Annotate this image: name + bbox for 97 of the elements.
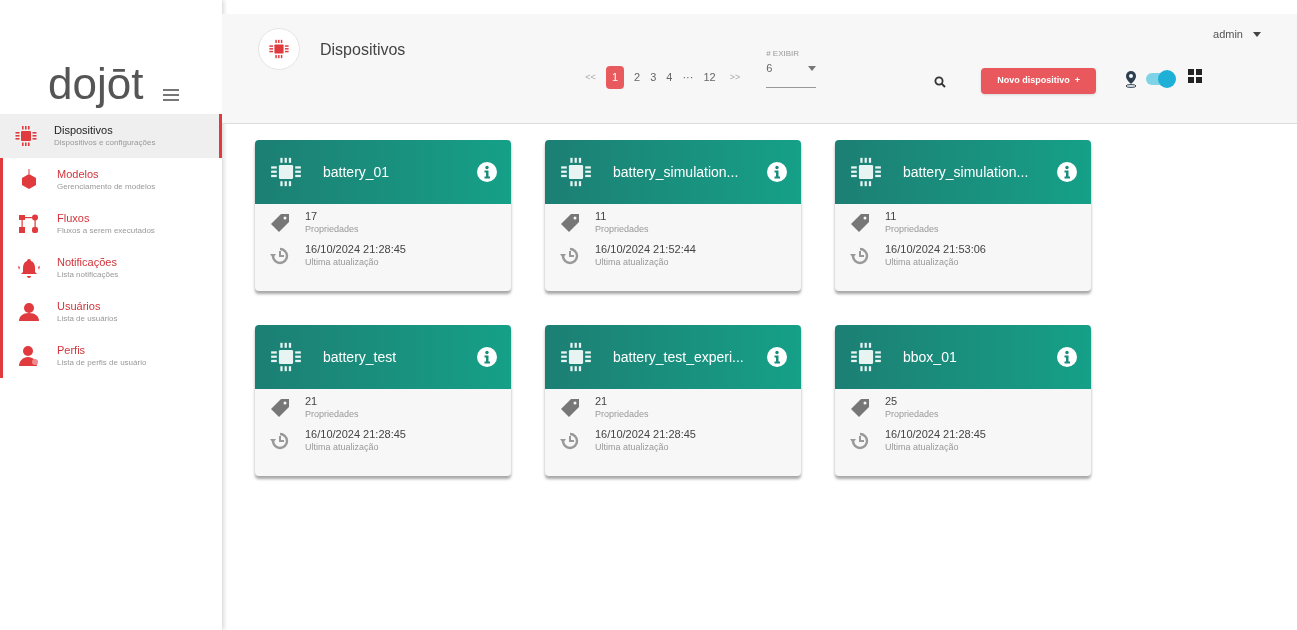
menu-icon[interactable] (163, 88, 180, 102)
nav-title: Modelos (57, 168, 100, 182)
device-card[interactable]: bbox_01 25 Propriedades 16/10/2024 21:28:45 Ultima atualização (835, 325, 1091, 476)
page-link[interactable]: ··· (682, 69, 694, 86)
updated-label: Ultima atualização (595, 256, 670, 268)
chip-icon (559, 155, 593, 189)
per-page-label: # EXIBIR (766, 48, 801, 60)
nav-subtitle: Gerenciamento de modelos (57, 181, 156, 192)
map-pin-icon[interactable] (1123, 70, 1138, 88)
property-count: 21 (305, 395, 319, 409)
device-name: bbox_01 (903, 347, 958, 367)
nav-subtitle: Lista de usuários (57, 313, 118, 324)
property-label: Propriedades (595, 223, 649, 235)
chip-icon (849, 155, 883, 189)
device-card[interactable]: battery_simulation... 11 Propriedades 16/10/2024 21:53:06 Ultima atualização (835, 140, 1091, 291)
info-icon[interactable] (1057, 162, 1077, 182)
user-name[interactable]: admin (1213, 26, 1243, 43)
device-name: battery_01 (323, 162, 391, 182)
logo: dojōt (48, 62, 144, 106)
page-link[interactable]: 2 (634, 69, 641, 86)
new-device-button[interactable]: Novo dispositivo + (981, 68, 1096, 94)
property-count: 11 (885, 210, 898, 224)
nav-item[interactable]: Modelos Gerenciamento de modelos (0, 158, 222, 202)
search-icon[interactable] (934, 76, 947, 88)
device-card[interactable]: battery_test_experi... 21 Propriedades 16/10/2024 21:28:45 Ultima atualização (545, 325, 801, 476)
bell-icon (17, 256, 41, 280)
chip-icon (268, 38, 290, 60)
nav-title: Fluxos (57, 212, 91, 226)
caret-icon[interactable] (1253, 31, 1261, 37)
device-name: battery_simulation... (903, 162, 1030, 182)
nav-subtitle: Fluxos a serem executados (57, 225, 155, 236)
caret-icon (808, 65, 817, 71)
property-count: 25 (885, 395, 899, 409)
tag-icon (269, 396, 291, 419)
property-label: Propriedades (305, 408, 359, 420)
updated-time: 16/10/2024 21:28:45 (305, 243, 406, 257)
device-card[interactable]: battery_test 21 Propriedades 16/10/2024 21:28:45 Ultima atualização (255, 325, 511, 476)
nav-item[interactable]: Perfis Lista de perfis de usuário (0, 334, 222, 378)
tag-icon (269, 211, 291, 234)
property-label: Propriedades (305, 223, 359, 235)
user-icon (17, 344, 41, 368)
updated-time: 16/10/2024 21:53:06 (885, 243, 986, 257)
chip-icon (559, 340, 593, 374)
page-link[interactable]: 12 (703, 69, 716, 86)
device-card[interactable]: battery_simulation... 11 Propriedades 16/10/2024 21:52:44 Ultima atualização (545, 140, 801, 291)
nav-title: Perfis (57, 344, 87, 358)
nav-item[interactable]: Notificações Lista notificações (0, 246, 222, 290)
nav-item[interactable]: Usuários Lista de usuários (0, 290, 222, 334)
flow-icon (17, 212, 41, 236)
updated-time: 16/10/2024 21:52:44 (595, 243, 696, 257)
property-count: 11 (595, 210, 608, 224)
device-name: battery_test (323, 347, 398, 367)
updated-time: 16/10/2024 21:28:45 (595, 428, 696, 442)
tag-icon (849, 396, 871, 419)
info-icon[interactable] (1057, 347, 1077, 367)
tag-icon (559, 396, 581, 419)
nav-subtitle: Dispositivos e configurações (54, 137, 156, 148)
nav-item[interactable]: Dispositivos Dispositivos e configurações (0, 114, 222, 158)
property-count: 21 (595, 395, 609, 409)
device-card[interactable]: battery_01 17 Propriedades 16/10/2024 21:28:45 Ultima atualização (255, 140, 511, 291)
updated-label: Ultima atualização (885, 441, 960, 453)
page-link[interactable]: 3 (650, 69, 657, 86)
device-name: battery_test_experi... (613, 347, 745, 367)
updated-time: 16/10/2024 21:28:45 (305, 428, 406, 442)
chip-icon (269, 155, 303, 189)
tag-icon (849, 211, 871, 234)
nav-title: Notificações (57, 256, 118, 270)
nav-subtitle: Lista de perfis de usuário (57, 357, 147, 368)
property-count: 17 (305, 210, 319, 224)
property-label: Propriedades (595, 408, 649, 420)
info-icon[interactable] (477, 347, 497, 367)
info-icon[interactable] (477, 162, 497, 182)
tag-icon (559, 211, 581, 234)
info-icon[interactable] (767, 162, 787, 182)
view-toggle[interactable] (1145, 73, 1174, 85)
updated-label: Ultima atualização (595, 441, 670, 453)
page-link[interactable]: 1 (605, 66, 624, 89)
nav-item[interactable]: Fluxos Fluxos a serem executados (0, 202, 222, 246)
device-name: battery_simulation... (613, 162, 740, 182)
per-page-value: 6 (766, 61, 773, 76)
grid-icon[interactable] (1187, 69, 1202, 83)
nav-title: Dispositivos (54, 124, 114, 138)
per-page-select[interactable]: # EXIBIR 6 (766, 48, 817, 88)
info-icon[interactable] (767, 347, 787, 367)
updated-label: Ultima atualização (305, 256, 380, 268)
page-link[interactable]: 4 (666, 69, 673, 86)
chip-icon (849, 340, 883, 374)
chip-icon (269, 340, 303, 374)
updated-time: 16/10/2024 21:28:45 (885, 428, 986, 442)
property-label: Propriedades (885, 223, 939, 235)
nav-title: Usuários (57, 300, 102, 314)
page-title: Dispositivos (320, 40, 406, 60)
nav-subtitle: Lista notificações (57, 269, 119, 280)
chip-icon (14, 124, 38, 148)
updated-label: Ultima atualização (885, 256, 960, 268)
property-label: Propriedades (885, 408, 939, 420)
updated-label: Ultima atualização (305, 441, 380, 453)
